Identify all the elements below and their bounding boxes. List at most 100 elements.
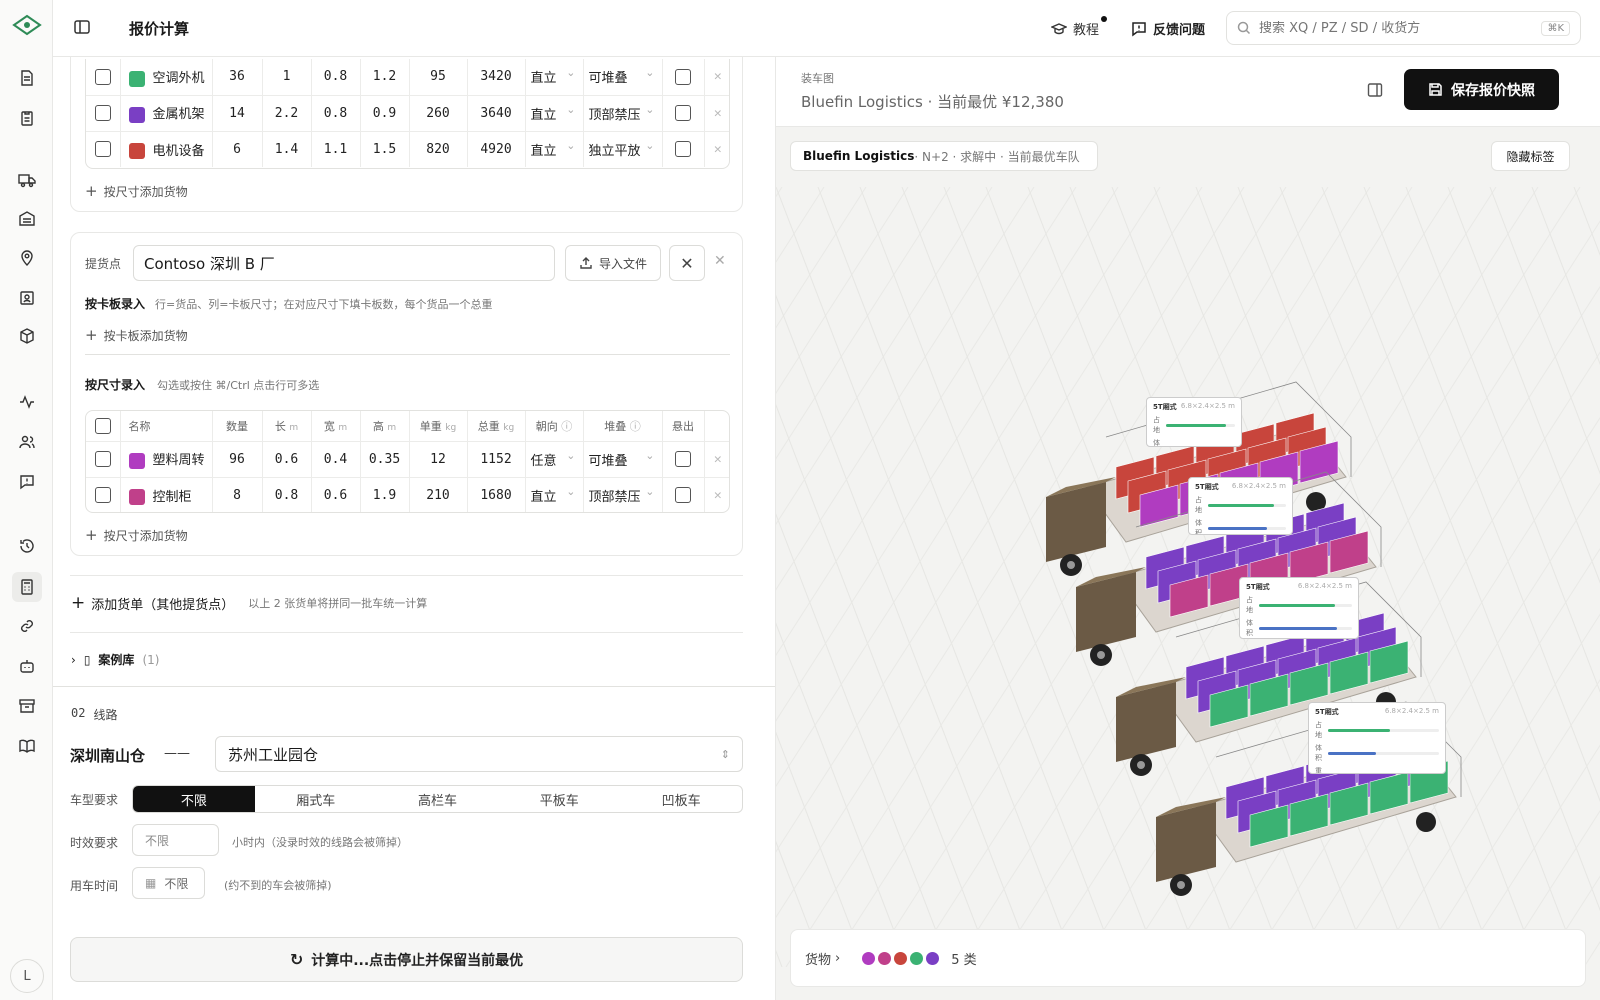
table-row[interactable]: 金属机架 14 2.2 0.8 0.9 260 3640 直立 顶部禁压 ✕	[86, 95, 729, 132]
users-icon[interactable]	[17, 432, 37, 452]
location-pin-icon[interactable]	[17, 248, 37, 268]
stacking-select[interactable]: 独立平放	[583, 131, 663, 167]
hide-labels-button[interactable]: 隐藏标签	[1491, 141, 1570, 171]
clear-pickup-button[interactable]: ✕	[669, 245, 705, 281]
height-cell[interactable]: 1.9	[360, 477, 410, 512]
length-cell[interactable]: 2.2	[262, 95, 312, 132]
bot-icon[interactable]	[17, 656, 37, 676]
clipboard-icon[interactable]	[17, 108, 37, 128]
tutorial-link[interactable]: 教程	[1051, 16, 1108, 38]
overhang-checkbox[interactable]	[662, 477, 705, 512]
width-cell[interactable]: 0.8	[311, 59, 361, 96]
panel-toggle-icon[interactable]	[1367, 82, 1383, 98]
width-cell[interactable]: 0.4	[311, 441, 361, 478]
stacking-select[interactable]: 可堆叠	[583, 59, 663, 96]
overhang-checkbox[interactable]	[662, 95, 705, 132]
width-cell[interactable]: 1.1	[311, 131, 361, 167]
delete-row-icon[interactable]: ✕	[704, 441, 729, 478]
orientation-select[interactable]: 直立	[525, 477, 584, 512]
row-checkbox[interactable]	[86, 95, 121, 132]
contact-card-icon[interactable]	[17, 288, 37, 308]
history-icon[interactable]	[17, 536, 37, 556]
height-cell[interactable]: 1.5	[360, 131, 410, 167]
qty-cell[interactable]: 6	[212, 131, 263, 167]
archive-icon[interactable]	[17, 696, 37, 716]
row-checkbox[interactable]	[86, 59, 121, 96]
truck-icon[interactable]	[17, 170, 37, 190]
width-cell[interactable]: 0.6	[311, 477, 361, 512]
warehouse-icon[interactable]	[17, 208, 37, 228]
unit-weight-cell[interactable]: 95	[409, 59, 468, 96]
orientation-select[interactable]: 直立	[525, 59, 584, 96]
activity-icon[interactable]	[17, 392, 37, 412]
row-checkbox[interactable]	[86, 441, 121, 478]
height-cell[interactable]: 0.9	[360, 95, 410, 132]
delete-row-icon[interactable]: ✕	[704, 59, 729, 96]
package-icon[interactable]	[17, 326, 37, 346]
orientation-select[interactable]: 直立	[525, 95, 584, 132]
feedback-button[interactable]: 反馈问题	[1131, 19, 1205, 38]
unit-weight-cell[interactable]: 820	[409, 131, 468, 167]
unit-weight-cell[interactable]: 12	[409, 441, 468, 478]
case-library-toggle[interactable]: › ▯ 案例库 (1)	[71, 651, 159, 668]
delete-row-icon[interactable]: ✕	[704, 477, 729, 512]
length-cell[interactable]: 1	[262, 59, 312, 96]
table-row[interactable]: 塑料周转 96 0.6 0.4 0.35 12 1152 任意 可堆叠 ✕	[86, 441, 729, 478]
qty-cell[interactable]: 8	[212, 477, 263, 512]
time-input[interactable]: 不限	[132, 824, 219, 856]
cargo-name[interactable]: 塑料周转	[120, 441, 213, 478]
overhang-checkbox[interactable]	[662, 131, 705, 167]
orientation-select[interactable]: 任意	[525, 441, 584, 478]
vehicle-option[interactable]: 不限	[133, 786, 255, 812]
vehicle-option[interactable]: 平板车	[498, 786, 620, 812]
avatar[interactable]: L	[10, 959, 44, 993]
add-by-size-button[interactable]: + 按尺寸添加货物	[85, 182, 188, 200]
row-checkbox[interactable]	[86, 131, 121, 167]
add-by-size-button[interactable]: + 按尺寸添加货物	[85, 526, 188, 544]
search-box[interactable]: ⌘K	[1226, 11, 1581, 45]
qty-cell[interactable]: 14	[212, 95, 263, 132]
length-cell[interactable]: 1.4	[262, 131, 312, 167]
overhang-checkbox[interactable]	[662, 59, 705, 96]
orientation-select[interactable]: 直立	[525, 131, 584, 167]
use-time-picker[interactable]: ▦ 不限	[132, 867, 205, 899]
cargo-name[interactable]: 电机设备	[120, 131, 213, 167]
save-snapshot-button[interactable]: 保存报价快照	[1404, 69, 1559, 110]
message-alert-icon[interactable]	[17, 472, 37, 492]
overhang-checkbox[interactable]	[662, 441, 705, 478]
table-row[interactable]: 空调外机 36 1 0.8 1.2 95 3420 直立 可堆叠 ✕	[86, 59, 729, 96]
height-cell[interactable]: 1.2	[360, 59, 410, 96]
stacking-select[interactable]: 顶部禁压	[583, 95, 663, 132]
stacking-select[interactable]: 可堆叠	[583, 441, 663, 478]
unit-weight-cell[interactable]: 260	[409, 95, 468, 132]
sidebar-toggle-icon[interactable]	[73, 18, 91, 40]
height-cell[interactable]: 0.35	[360, 441, 410, 478]
select-all[interactable]	[86, 411, 121, 442]
import-file-button[interactable]: 导入文件	[565, 245, 661, 281]
qty-cell[interactable]: 96	[212, 441, 263, 478]
logo-icon[interactable]	[12, 14, 42, 40]
table-row[interactable]: 电机设备 6 1.4 1.1 1.5 820 4920 直立 独立平放 ✕	[86, 131, 729, 167]
delete-row-icon[interactable]: ✕	[704, 95, 729, 132]
table-row[interactable]: 控制柜 8 0.8 0.6 1.9 210 1680 直立 顶部禁压 ✕	[86, 477, 729, 512]
cargo-legend-toggle[interactable]: 货物 ›	[805, 949, 840, 968]
document-icon[interactable]	[17, 68, 37, 88]
row-checkbox[interactable]	[86, 477, 121, 512]
add-by-pallet-button[interactable]: + 按卡板添加货物	[85, 326, 188, 344]
length-cell[interactable]: 0.8	[262, 477, 312, 512]
calculator-icon[interactable]	[12, 572, 42, 602]
book-icon[interactable]	[17, 736, 37, 756]
unit-weight-cell[interactable]: 210	[409, 477, 468, 512]
width-cell[interactable]: 0.8	[311, 95, 361, 132]
cargo-name[interactable]: 空调外机	[120, 59, 213, 96]
pickup-input[interactable]: Contoso 深圳 B 厂	[133, 245, 555, 281]
stacking-select[interactable]: 顶部禁压	[583, 477, 663, 512]
cargo-name[interactable]: 控制柜	[120, 477, 213, 512]
delete-row-icon[interactable]: ✕	[704, 131, 729, 167]
search-input[interactable]	[1259, 20, 1534, 36]
link-icon[interactable]	[17, 616, 37, 636]
vehicle-option[interactable]: 高栏车	[377, 786, 499, 812]
destination-select[interactable]: 苏州工业园仓 ⇕	[215, 736, 743, 772]
add-order-button[interactable]: + 添加货单（其他提货点）	[71, 593, 234, 613]
vehicle-option[interactable]: 厢式车	[255, 786, 377, 812]
